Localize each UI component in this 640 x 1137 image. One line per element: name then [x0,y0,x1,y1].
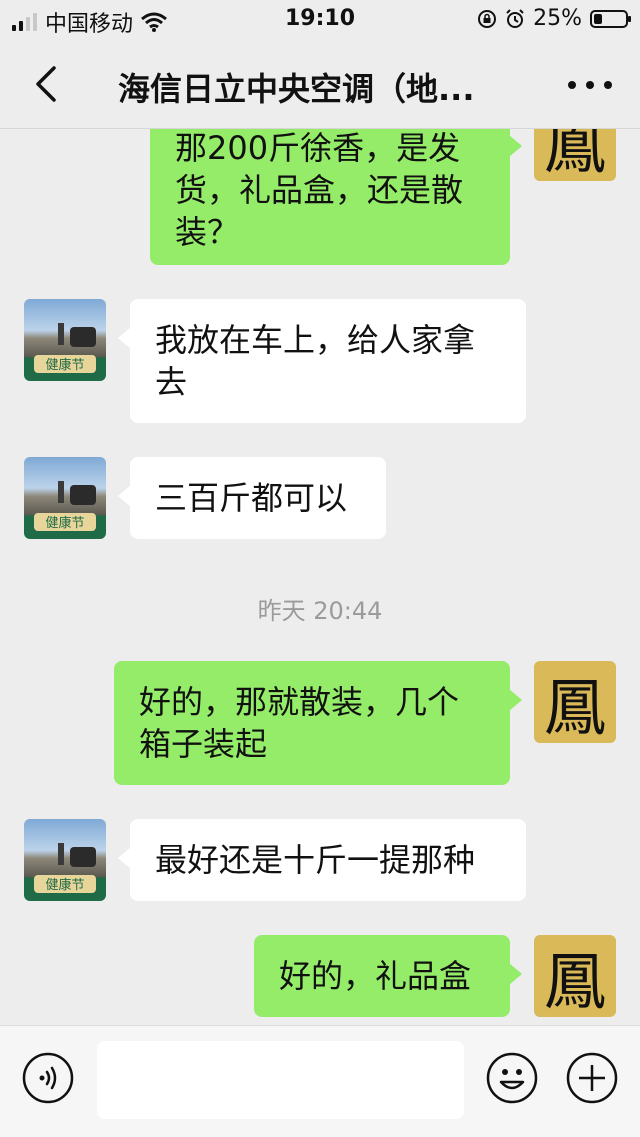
message-bubble-outgoing[interactable]: 好的，礼品盒 [254,935,522,1017]
message-text: 好的，那就散装，几个箱子装起 [139,683,460,763]
message-list[interactable]: 那200斤徐香，是发货，礼品盒，还是散装？ 鳳 健康节 我放在车上，给人家拿去 … [0,129,640,1025]
message-text: 好的，礼品盒 [279,957,472,995]
message-timestamp: 昨天 20:44 [257,597,383,625]
input-toolbar [0,1025,640,1137]
message-text: 最好还是十斤一提那种 [155,841,476,879]
contact-avatar[interactable]: 健康节 [24,819,106,901]
contact-avatar[interactable]: 健康节 [24,299,106,381]
message-bubble-outgoing[interactable]: 那200斤徐香，是发货，礼品盒，还是散装？ [150,129,522,265]
message-bubble-incoming[interactable]: 最好还是十斤一提那种 [118,819,526,901]
back-chevron-icon[interactable] [28,62,68,106]
message-bubble-outgoing[interactable]: 好的，那就散装，几个箱子装起 [114,661,522,785]
battery-percent: 25% [533,6,582,31]
emoji-icon[interactable] [486,1052,538,1104]
svg-text:鳳: 鳳 [544,129,606,181]
message-input[interactable] [97,1041,464,1119]
phoenix-character-logo: 鳳 [544,671,606,743]
phoenix-character-logo: 鳳 [544,945,606,1017]
chat-title: 海信日立中央空调（地... [118,70,475,108]
message-text: 我放在车上，给人家拿去 [155,321,476,401]
self-avatar[interactable]: 鳳 [534,935,616,1017]
message-bubble-incoming[interactable]: 我放在车上，给人家拿去 [118,299,526,423]
rotation-lock-icon [478,9,497,28]
self-avatar[interactable]: 鳳 [534,129,616,181]
message-text: 三百斤都可以 [155,479,348,517]
more-dots-icon[interactable] [568,70,612,100]
battery-icon [590,9,631,28]
message-text: 那200斤徐香，是发货，礼品盒，还是散装？ [175,129,464,251]
self-avatar[interactable]: 鳳 [534,661,616,743]
svg-text:健康节: 健康节 [45,357,84,373]
contact-avatar[interactable]: 健康节 [24,457,106,539]
svg-text:健康节: 健康节 [45,877,84,893]
svg-text:鳳: 鳳 [544,945,606,1017]
svg-text:鳳: 鳳 [544,671,606,743]
message-bubble-incoming[interactable]: 三百斤都可以 [118,457,386,539]
status-bar: 中国移动 19:10 25% [0,0,640,40]
plus-icon[interactable] [566,1052,618,1104]
phoenix-character-logo: 鳳 [544,129,606,181]
svg-text:健康节: 健康节 [45,515,84,531]
alarm-icon [506,8,524,28]
chat-header: 海信日立中央空调（地... [0,40,640,129]
voice-icon[interactable] [22,1052,74,1104]
